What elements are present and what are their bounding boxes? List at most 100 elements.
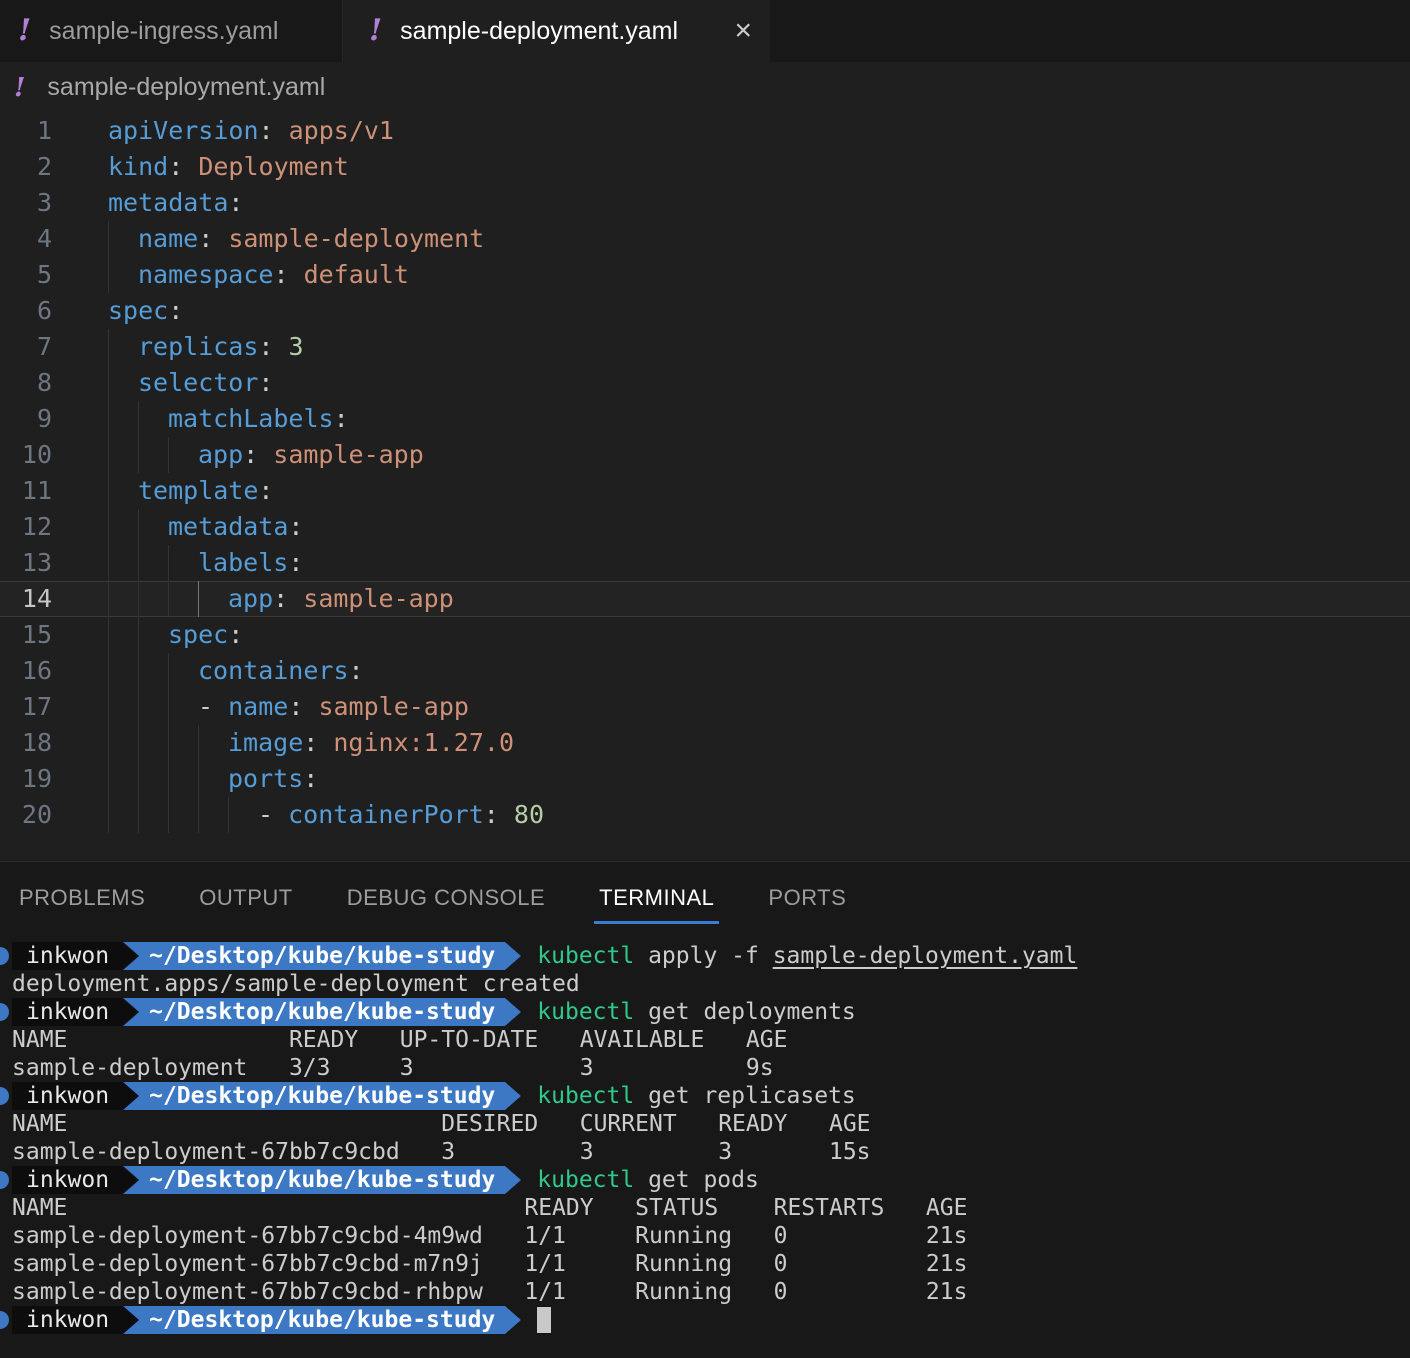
token-key: metadata <box>168 512 289 541</box>
terminal-prompt-line[interactable]: inkwon ~/Desktop/kube/kube-study kubectl a… <box>0 942 1410 970</box>
terminal-cursor[interactable] <box>537 1307 552 1334</box>
bottom-panel: PROBLEMS OUTPUT DEBUG CONSOLE TERMINAL PORTS… <box>0 861 1410 1358</box>
token-punc: : <box>258 116 289 145</box>
command-link: sample-deployment.yaml <box>772 943 1078 969</box>
indent-guide <box>198 725 228 761</box>
token-key: app <box>228 584 274 613</box>
terminal-output-text: NAME READY UP-TO-DATE AVAILABLE AGE <box>12 1027 788 1053</box>
command-decoration-dot <box>0 947 9 965</box>
token-key: ports <box>228 764 304 793</box>
indent-guide <box>198 761 228 797</box>
code-line[interactable]: 15 spec: <box>0 617 1410 653</box>
indent-guide <box>138 437 168 473</box>
panel-tab-terminal[interactable]: TERMINAL <box>594 862 720 934</box>
code-line[interactable]: 1 apiVersion: apps/v1 <box>0 113 1410 149</box>
terminal-output-text: sample-deployment-67bb7c9cbd 3 3 3 15s <box>12 1139 871 1165</box>
editor-tab-sample-deployment-yaml[interactable]: ! sample-deployment.yaml × <box>343 0 770 62</box>
token-key: containers <box>198 656 349 685</box>
token-punc: : <box>258 368 274 397</box>
indent-guide <box>138 761 168 797</box>
line-number: 9 <box>36 404 52 433</box>
code-line[interactable]: 5 namespace: default <box>0 257 1410 293</box>
code-line[interactable]: 8 selector: <box>0 365 1410 401</box>
code-line[interactable]: 17 - name: sample-app <box>0 689 1410 725</box>
prompt-path-segment: ~/Desktop/kube/kube-study <box>139 1166 506 1194</box>
code-line[interactable]: 4 name: sample-deployment <box>0 221 1410 257</box>
command-decoration-dot <box>0 1311 9 1329</box>
code-line[interactable]: 18 image: nginx:1.27.0 <box>0 725 1410 761</box>
code-line[interactable]: 12 metadata: <box>0 509 1410 545</box>
powerline-arrow-icon <box>505 1306 522 1334</box>
token-key: spec <box>168 620 229 649</box>
token-punc: : <box>258 476 274 505</box>
prompt-path-segment: ~/Desktop/kube/kube-study <box>139 1306 506 1334</box>
line-number: 10 <box>21 440 52 469</box>
line-content: - name: sample-app <box>108 689 469 725</box>
line-content: spec: <box>108 293 183 329</box>
token-val: sample-app <box>303 584 454 613</box>
terminal-prompt-line[interactable]: inkwon ~/Desktop/kube/kube-study kubectl g… <box>0 1082 1410 1110</box>
terminal[interactable]: inkwon ~/Desktop/kube/kube-study kubectl a… <box>0 934 1410 1358</box>
token-punc: : <box>333 404 349 433</box>
indent-guide <box>108 257 138 293</box>
indent-guide <box>228 797 258 833</box>
token-num: 3 <box>288 332 304 361</box>
command-cmd: kubectl <box>537 943 635 969</box>
panel-tab-bar: PROBLEMS OUTPUT DEBUG CONSOLE TERMINAL PORTS <box>0 862 1410 934</box>
indent-guide <box>168 689 198 725</box>
terminal-prompt-line[interactable]: inkwon ~/Desktop/kube/kube-study kubectl g… <box>0 1166 1410 1194</box>
tab-close-icon[interactable]: × <box>734 16 752 46</box>
token-val: apps/v1 <box>288 116 394 145</box>
panel-tab-debug-console[interactable]: DEBUG CONSOLE <box>342 862 550 934</box>
panel-tab-problems[interactable]: PROBLEMS <box>14 862 150 934</box>
code-line[interactable]: 13 labels: <box>0 545 1410 581</box>
token-punc: : <box>198 224 229 253</box>
terminal-prompt-line[interactable]: inkwon ~/Desktop/kube/kube-study <box>0 1306 1410 1334</box>
terminal-output-text: NAME DESIRED CURRENT READY AGE <box>12 1111 871 1137</box>
indent-guide <box>108 617 138 653</box>
terminal-command: kubectl get replicasets <box>537 1083 856 1109</box>
command-plain: get pods <box>634 1167 759 1193</box>
token-key: kind <box>108 152 169 181</box>
code-line[interactable]: 3 metadata: <box>0 185 1410 221</box>
token-punc: : <box>288 512 304 541</box>
token-val: sample-app <box>273 440 424 469</box>
powerline-arrow-icon <box>123 998 140 1026</box>
code-line[interactable]: 10 app: sample-app <box>0 437 1410 473</box>
indent-guide <box>168 797 198 833</box>
editor-code-area[interactable]: 1 apiVersion: apps/v1 2 kind: Deployment 3 me… <box>0 113 1410 861</box>
panel-tab-ports[interactable]: PORTS <box>763 862 851 934</box>
line-number: 7 <box>36 332 52 361</box>
prompt-user-segment: inkwon <box>12 998 124 1026</box>
breadcrumb[interactable]: ! sample-deployment.yaml <box>0 62 1410 113</box>
line-number: 3 <box>36 188 52 217</box>
editor-tab-sample-ingress-yaml[interactable]: ! sample-ingress.yaml <box>0 0 343 62</box>
code-line[interactable]: 2 kind: Deployment <box>0 149 1410 185</box>
terminal-prompt-line[interactable]: inkwon ~/Desktop/kube/kube-study kubectl g… <box>0 998 1410 1026</box>
powerline-arrow-icon <box>505 1082 522 1110</box>
terminal-output-line: sample-deployment-67bb7c9cbd 3 3 3 15s <box>12 1138 1410 1166</box>
code-line[interactable]: 14 app: sample-app <box>0 581 1410 617</box>
terminal-output-line: NAME READY STATUS RESTARTS AGE <box>12 1194 1410 1222</box>
line-number: 18 <box>21 728 52 757</box>
line-number: 5 <box>36 260 52 289</box>
line-content: app: sample-app <box>108 581 454 617</box>
line-number: 16 <box>21 656 52 685</box>
code-line[interactable]: 6 spec: <box>0 293 1410 329</box>
indent-guide <box>108 725 138 761</box>
panel-tab-output[interactable]: OUTPUT <box>194 862 297 934</box>
code-line[interactable]: 7 replicas: 3 <box>0 329 1410 365</box>
line-content: name: sample-deployment <box>108 221 484 257</box>
code-line[interactable]: 16 containers: <box>0 653 1410 689</box>
line-content: metadata: <box>108 185 243 221</box>
terminal-output-line: sample-deployment-67bb7c9cbd-rhbpw 1/1 R… <box>12 1278 1410 1306</box>
code-line[interactable]: 9 matchLabels: <box>0 401 1410 437</box>
code-line[interactable]: 20 - containerPort: 80 <box>0 797 1410 833</box>
code-line[interactable]: 19 ports: <box>0 761 1410 797</box>
powerline-arrow-icon <box>505 998 522 1026</box>
code-line[interactable]: 11 template: <box>0 473 1410 509</box>
terminal-output-text: sample-deployment 3/3 3 3 9s <box>12 1055 774 1081</box>
indent-guide <box>168 653 198 689</box>
indent-guide <box>138 581 168 617</box>
token-punc: : <box>303 728 334 757</box>
